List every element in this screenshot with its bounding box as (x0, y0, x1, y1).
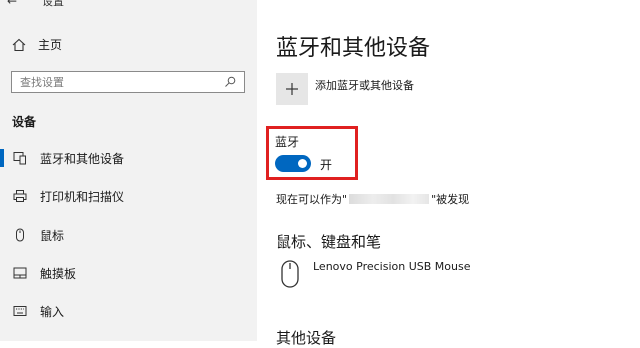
section-title-mouse-keyboard-pen: 鼠标、键盘和笔 (276, 233, 382, 251)
search-placeholder: 查找设置 (20, 76, 64, 89)
sidebar-item-touchpad[interactable]: 触摸板 (0, 260, 257, 286)
plus-icon (286, 83, 298, 95)
back-arrow-icon[interactable]: ← (0, 0, 24, 8)
sidebar-item-bluetooth[interactable]: 蓝牙和其他设备 (0, 145, 257, 171)
sidebar-item-label: 输入 (40, 304, 65, 319)
discoverable-text: 现在可以作为" "被发现 (276, 191, 469, 207)
add-device-button[interactable] (276, 73, 308, 105)
sidebar-item-mouse[interactable]: 鼠标 (0, 222, 257, 248)
sidebar-item-home[interactable]: 主页 (12, 36, 62, 53)
printer-icon (12, 188, 28, 204)
section-label-devices: 设备 (12, 115, 37, 129)
sidebar-item-printers[interactable]: 打印机和扫描仪 (0, 183, 257, 209)
settings-sidebar: ← 设置 主页 查找设置 设备 蓝牙和其他设备 打印机和扫描仪 鼠标 触摸板 输… (0, 0, 257, 341)
sidebar-item-input[interactable]: 输入 (0, 298, 257, 324)
toggle-knob (298, 159, 307, 168)
title-bar: ← 设置 (0, 0, 64, 8)
search-icon[interactable] (224, 76, 236, 88)
search-input[interactable]: 查找设置 (11, 71, 245, 93)
main-content: 蓝牙和其他设备 添加蓝牙或其他设备 蓝牙 开 现在可以作为" "被发现 鼠标、键… (257, 0, 640, 347)
sidebar-item-label: 打印机和扫描仪 (40, 189, 125, 204)
page-title: 蓝牙和其他设备 (276, 36, 431, 61)
window-title: 设置 (42, 0, 64, 8)
mouse-icon (12, 227, 28, 243)
blurred-device-name (349, 194, 430, 204)
bluetooth-devices-icon (12, 150, 28, 166)
section-title-other-devices: 其他设备 (276, 329, 337, 347)
bluetooth-state-text: 开 (320, 158, 333, 172)
bluetooth-label: 蓝牙 (275, 135, 300, 149)
mouse-device-icon (281, 260, 299, 288)
touchpad-icon (12, 265, 28, 281)
add-device-label[interactable]: 添加蓝牙或其他设备 (315, 77, 414, 93)
bluetooth-toggle[interactable] (275, 155, 311, 172)
sidebar-item-label: 鼠标 (40, 228, 65, 243)
keyboard-icon (12, 303, 28, 319)
sidebar-item-label: 触摸板 (40, 266, 77, 281)
home-icon (12, 38, 26, 51)
sidebar-item-label: 蓝牙和其他设备 (40, 151, 125, 166)
mouse-device-name[interactable]: Lenovo Precision USB Mouse (313, 260, 471, 273)
discoverable-prefix: 现在可以作为" (276, 193, 348, 206)
discoverable-suffix: "被发现 (431, 193, 470, 206)
home-label: 主页 (38, 38, 63, 52)
